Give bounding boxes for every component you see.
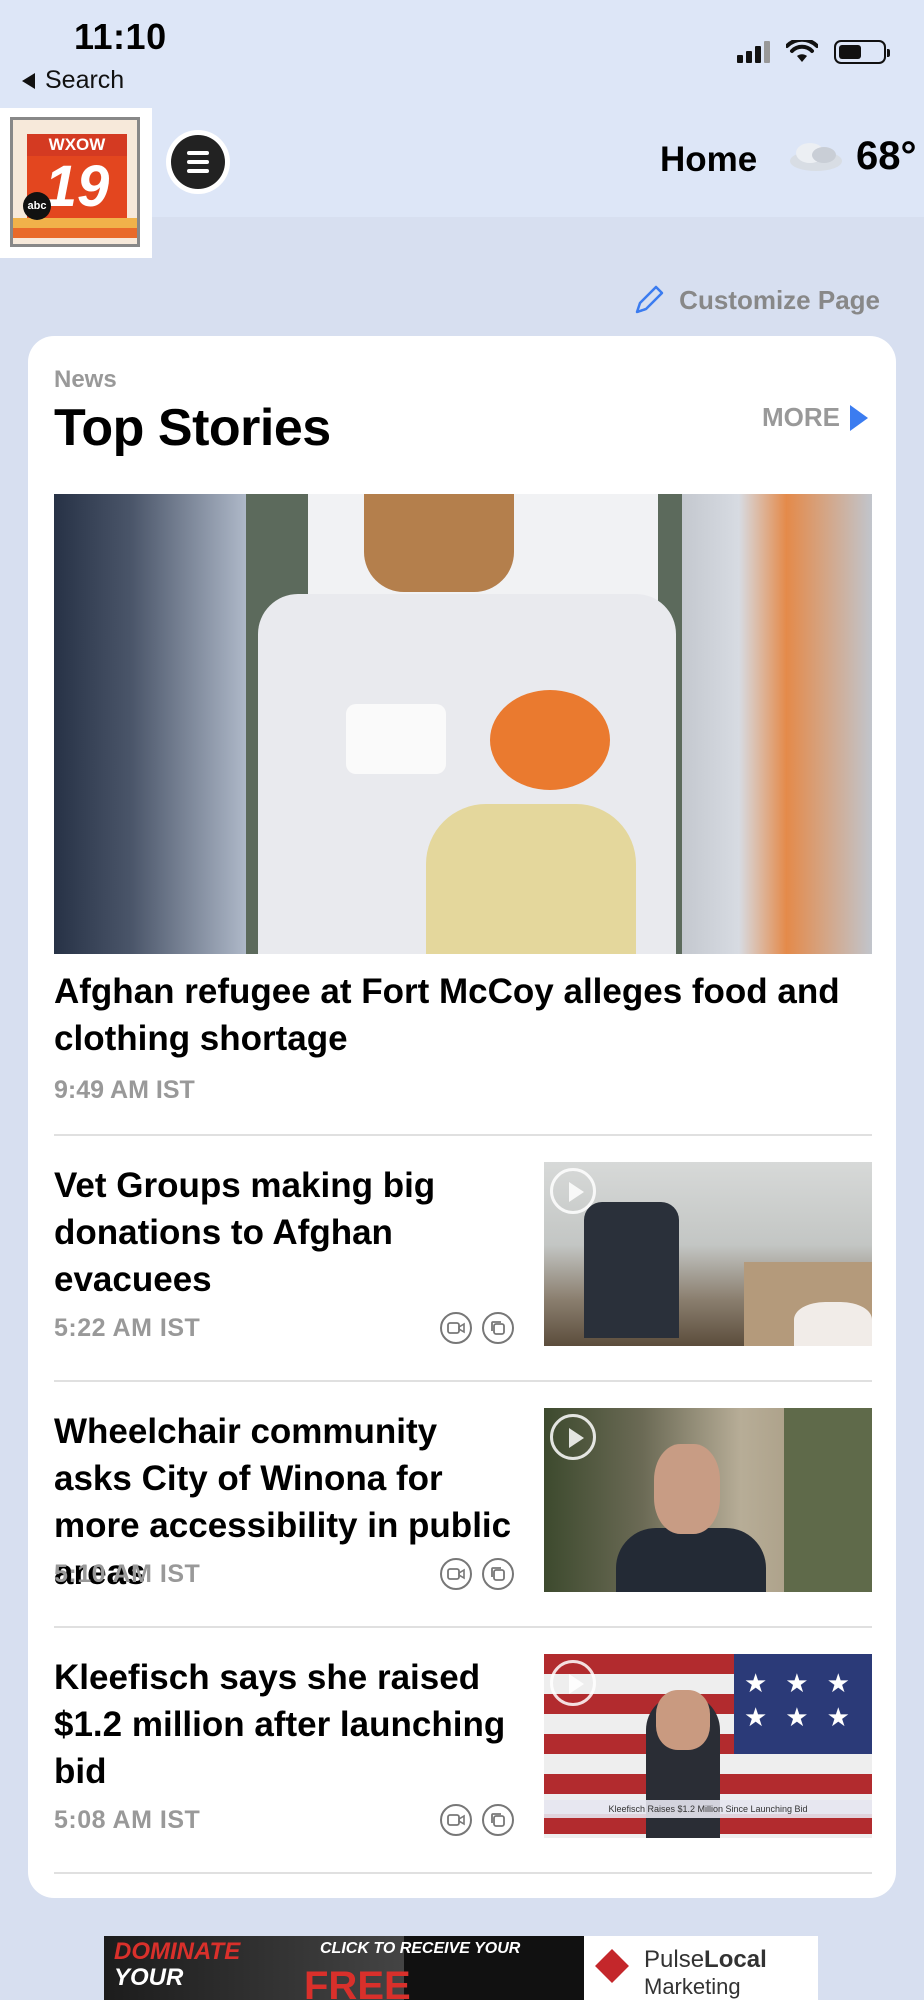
play-icon (550, 1660, 596, 1706)
battery-icon (834, 40, 890, 64)
gallery-icon (482, 1804, 514, 1836)
lead-story-image[interactable] (54, 494, 872, 954)
play-arrow-icon (850, 404, 868, 431)
station-logo[interactable]: WXOW 19 abc (10, 117, 140, 247)
story-time: 5:10 AM IST (54, 1560, 201, 1588)
divider (54, 1872, 872, 1874)
lead-story-time: 9:49 AM IST (54, 1076, 195, 1104)
divider (54, 1626, 872, 1628)
story-media-icons (440, 1312, 514, 1344)
divider (54, 1380, 872, 1382)
weather-widget[interactable]: 68° (782, 134, 917, 179)
back-label: Search (45, 66, 125, 94)
video-icon (440, 1558, 472, 1590)
story-thumbnail[interactable]: ★★★ ★★★ Kleefisch Raises $1.2 Million Sin… (544, 1654, 872, 1838)
story-media-icons (440, 1558, 514, 1590)
wifi-icon (786, 40, 818, 62)
ad-cta: CLICK TO RECEIVE YOUR (320, 1940, 521, 1957)
more-button[interactable]: MORE (762, 402, 868, 433)
story-item[interactable]: Vet Groups making big donations to Afgha… (54, 1162, 872, 1346)
play-icon (550, 1414, 596, 1460)
advertisement-banner[interactable]: DOMINATE YOUR CLICK TO RECEIVE YOUR FREE… (104, 1936, 818, 2000)
customize-page-button[interactable]: Customize Page (631, 282, 880, 318)
ad-logo-icon (595, 1949, 629, 1983)
logo-callsign: WXOW (27, 134, 127, 156)
pencil-icon (635, 285, 664, 314)
cellular-signal-icon (737, 41, 770, 63)
ad-brand-sub: Marketing (644, 1974, 741, 1999)
play-icon (550, 1168, 596, 1214)
section-label: News (54, 366, 117, 393)
thumb-caption: Kleefisch Raises $1.2 Million Since Laun… (544, 1800, 872, 1818)
home-nav-link[interactable]: Home (660, 140, 757, 180)
gallery-icon (482, 1312, 514, 1344)
ad-line-2: YOUR (114, 1964, 184, 1991)
back-to-search-link[interactable]: Search (22, 66, 124, 95)
ad-free: FREE (304, 1964, 411, 2000)
ad-brand: PulseLocal (644, 1946, 767, 1973)
story-thumbnail[interactable] (544, 1162, 872, 1346)
status-time: 11:10 (74, 16, 167, 57)
logo-network-badge: abc (23, 192, 51, 220)
ad-line-1: DOMINATE (114, 1938, 241, 1965)
hamburger-menu-icon (171, 135, 225, 189)
story-thumbnail[interactable] (544, 1408, 872, 1592)
video-icon (440, 1312, 472, 1344)
video-icon (440, 1804, 472, 1836)
status-icons (737, 40, 890, 64)
story-time: 5:22 AM IST (54, 1314, 201, 1342)
story-headline[interactable]: Vet Groups making big donations to Afgha… (54, 1162, 524, 1303)
gallery-icon (482, 1558, 514, 1590)
story-item[interactable]: Wheelchair community asks City of Winona… (54, 1408, 872, 1592)
lead-story-headline[interactable]: Afghan refugee at Fort McCoy alleges foo… (54, 968, 854, 1062)
temperature: 68° (856, 134, 917, 178)
story-media-icons (440, 1804, 514, 1836)
top-stories-card: News Top Stories MORE Afghan refugee at … (28, 336, 896, 1898)
section-title: Top Stories (54, 399, 331, 457)
more-label: MORE (762, 402, 840, 432)
customize-label: Customize Page (679, 284, 880, 315)
cloudy-weather-icon (790, 142, 842, 171)
divider (54, 1134, 872, 1136)
back-arrow-icon (22, 72, 35, 89)
story-headline[interactable]: Kleefisch says she raised $1.2 million a… (54, 1654, 524, 1795)
story-item[interactable]: Kleefisch says she raised $1.2 million a… (54, 1654, 872, 1838)
menu-button[interactable] (166, 130, 230, 194)
story-time: 5:08 AM IST (54, 1806, 201, 1834)
